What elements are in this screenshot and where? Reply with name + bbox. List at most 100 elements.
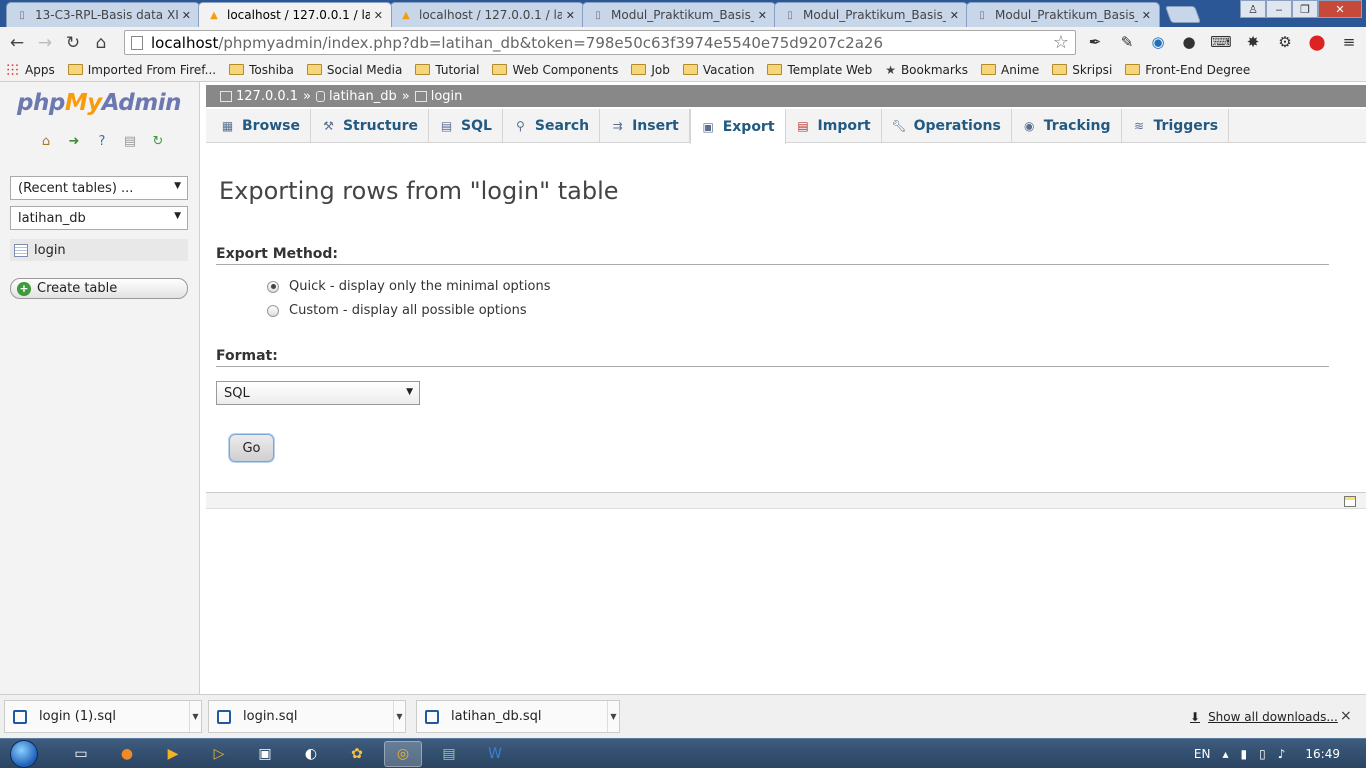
paint-icon[interactable]: ✿ [338, 741, 376, 767]
close-icon[interactable]: ✕ [1142, 9, 1151, 22]
close-downloads-button[interactable]: × [1340, 708, 1352, 724]
docs-icon[interactable]: ▤ [121, 132, 139, 150]
logout-icon[interactable]: ➜ [65, 132, 83, 150]
breadcrumb-database[interactable]: latihan_db [329, 89, 397, 104]
download-item[interactable]: login (1).sql ▼ [4, 700, 202, 733]
vlc-icon[interactable]: ▷ [200, 741, 238, 767]
bookmark-folder[interactable]: Job [631, 63, 670, 77]
keyboard-icon[interactable]: ⌨ [1210, 31, 1232, 53]
close-icon[interactable]: ✕ [182, 9, 191, 22]
breadcrumb-server[interactable]: 127.0.0.1 [236, 89, 298, 104]
bookmark-folder[interactable]: Web Components [492, 63, 618, 77]
bookmark-folder[interactable]: Anime [981, 63, 1039, 77]
close-icon[interactable]: ✕ [950, 9, 959, 22]
media-player-icon[interactable]: ▶ [154, 741, 192, 767]
bookmark-folder[interactable]: Social Media [306, 63, 402, 77]
back-icon[interactable]: ← [3, 33, 31, 53]
bookmark-apps[interactable]: Apps [6, 63, 55, 77]
tab-export[interactable]: ▣ Export [689, 109, 786, 144]
show-all-downloads-link[interactable]: ⬇ Show all downloads... [1190, 710, 1338, 724]
breadcrumb-table[interactable]: login [431, 89, 463, 104]
chevron-down-icon[interactable]: ▼ [189, 701, 201, 732]
file-manager-icon[interactable]: ▤ [430, 741, 468, 767]
radio-quick[interactable]: Quick - display only the minimal options [267, 279, 551, 294]
bookmark-folder[interactable]: Toshiba [229, 63, 294, 77]
download-item[interactable]: latihan_db.sql ▼ [416, 700, 620, 733]
chrome-icon[interactable]: ◎ [384, 741, 422, 767]
language-indicator[interactable]: EN [1194, 747, 1211, 761]
chevron-down-icon[interactable]: ▼ [607, 701, 619, 732]
radio-button[interactable] [267, 304, 279, 317]
console-toggle-icon[interactable] [1344, 496, 1356, 507]
start-button[interactable] [4, 739, 44, 769]
tab-tracking[interactable]: ◉ Tracking [1012, 109, 1122, 143]
eyedropper-icon[interactable]: ✒ [1084, 31, 1106, 53]
stop-icon[interactable]: ⬤ [1306, 31, 1328, 53]
pen-icon[interactable]: ✎ [1116, 31, 1138, 53]
browser-tab[interactable]: ▯ Modul_Praktikum_Basis_D ✕ [966, 2, 1160, 27]
battery-icon[interactable]: ▯ [1259, 747, 1266, 761]
brackets-icon[interactable]: ▣ [246, 741, 284, 767]
tab-insert[interactable]: ⇉ Insert [600, 109, 690, 143]
close-icon[interactable]: ✕ [374, 9, 383, 22]
bug-icon[interactable]: ✸ [1242, 31, 1264, 53]
browser-tab[interactable]: ▲ localhost / 127.0.0.1 / latih ✕ [390, 2, 584, 27]
user-icon[interactable]: ♙ [1240, 0, 1266, 18]
sidebar-item-login[interactable]: login [10, 239, 188, 261]
minimize-button[interactable]: ‒ [1266, 0, 1292, 18]
radio-quick-label[interactable]: Quick - display only the minimal options [289, 279, 551, 294]
browser-tab[interactable]: ▯ 13-C3-RPL-Basis data XI-1 ✕ [6, 2, 200, 27]
tab-sql[interactable]: ▤ SQL [429, 109, 503, 143]
address-bar[interactable]: localhost/phpmyadmin/index.php?db=latiha… [124, 30, 1076, 55]
bookmark-folder[interactable]: Tutorial [415, 63, 479, 77]
menu-icon[interactable]: ≡ [1338, 31, 1360, 53]
word-icon[interactable]: W [476, 741, 514, 767]
network-icon[interactable]: ▮ [1241, 747, 1248, 761]
clock[interactable]: 16:49 [1305, 747, 1340, 761]
bookmark-folder[interactable]: Template Web [767, 63, 872, 77]
close-window-button[interactable]: ✕ [1318, 0, 1362, 18]
tab-search[interactable]: ⚲ Search [503, 109, 601, 143]
tab-import[interactable]: ▤ Import [786, 109, 882, 143]
download-item[interactable]: login.sql ▼ [208, 700, 406, 733]
app-swirl-icon[interactable]: ◐ [292, 741, 330, 767]
browser-tab-active[interactable]: ▲ localhost / 127.0.0.1 / latih ✕ [198, 2, 392, 27]
tab-triggers[interactable]: ≋ Triggers [1122, 109, 1230, 143]
close-icon[interactable]: ✕ [566, 9, 575, 22]
tab-browse[interactable]: ▦ Browse [210, 109, 311, 143]
home-icon[interactable]: ⌂ [87, 33, 115, 53]
extension-eye-icon[interactable]: ◉ [1147, 31, 1169, 53]
go-button[interactable]: Go [229, 434, 274, 462]
reload-icon[interactable]: ↻ [59, 33, 87, 53]
bookmark-folder[interactable]: Vacation [682, 63, 754, 77]
phpmyadmin-logo[interactable]: phpMyAdmin [17, 90, 181, 116]
radio-custom[interactable]: Custom - display all possible options [267, 303, 527, 318]
chevron-down-icon[interactable]: ▼ [393, 701, 405, 732]
firefox-icon[interactable]: ● [108, 741, 146, 767]
volume-icon[interactable]: ♪ [1278, 747, 1286, 761]
explorer-icon[interactable]: ▭ [62, 741, 100, 767]
bookmark-folder[interactable]: Skripsi [1052, 63, 1112, 77]
recent-tables-select[interactable]: (Recent tables) ... ▼ [10, 176, 188, 200]
browser-tab[interactable]: ▯ Modul_Praktikum_Basis_D ✕ [582, 2, 776, 27]
bookmark-folder[interactable]: Front-End Degree [1125, 63, 1250, 77]
help-icon[interactable]: ? [93, 132, 111, 150]
tab-structure[interactable]: ⚒ Structure [311, 109, 429, 143]
bookmark-folder[interactable]: Imported From Firef... [67, 63, 216, 77]
tray-arrow-icon[interactable]: ▴ [1222, 747, 1228, 761]
bookmark-star-icon[interactable]: ☆ [1053, 32, 1069, 53]
home-icon[interactable]: ⌂ [37, 132, 55, 150]
close-icon[interactable]: ✕ [758, 9, 767, 22]
radio-custom-label[interactable]: Custom - display all possible options [289, 303, 527, 318]
gear-icon[interactable]: ⚙ [1274, 31, 1296, 53]
browser-tab[interactable]: ▯ Modul_Praktikum_Basis_D ✕ [774, 2, 968, 27]
refresh-icon[interactable]: ↻ [149, 132, 167, 150]
tab-operations[interactable]: 🔧︎ Operations [882, 109, 1012, 143]
format-select[interactable]: SQL ▼ [216, 381, 420, 405]
database-select[interactable]: latihan_db ▼ [10, 206, 188, 230]
forward-icon[interactable]: → [31, 33, 59, 53]
new-tab-button[interactable] [1164, 6, 1202, 23]
restore-button[interactable]: ❐ [1292, 0, 1318, 18]
radio-button-selected[interactable] [267, 280, 279, 293]
create-table-button[interactable]: + Create table [10, 278, 188, 299]
